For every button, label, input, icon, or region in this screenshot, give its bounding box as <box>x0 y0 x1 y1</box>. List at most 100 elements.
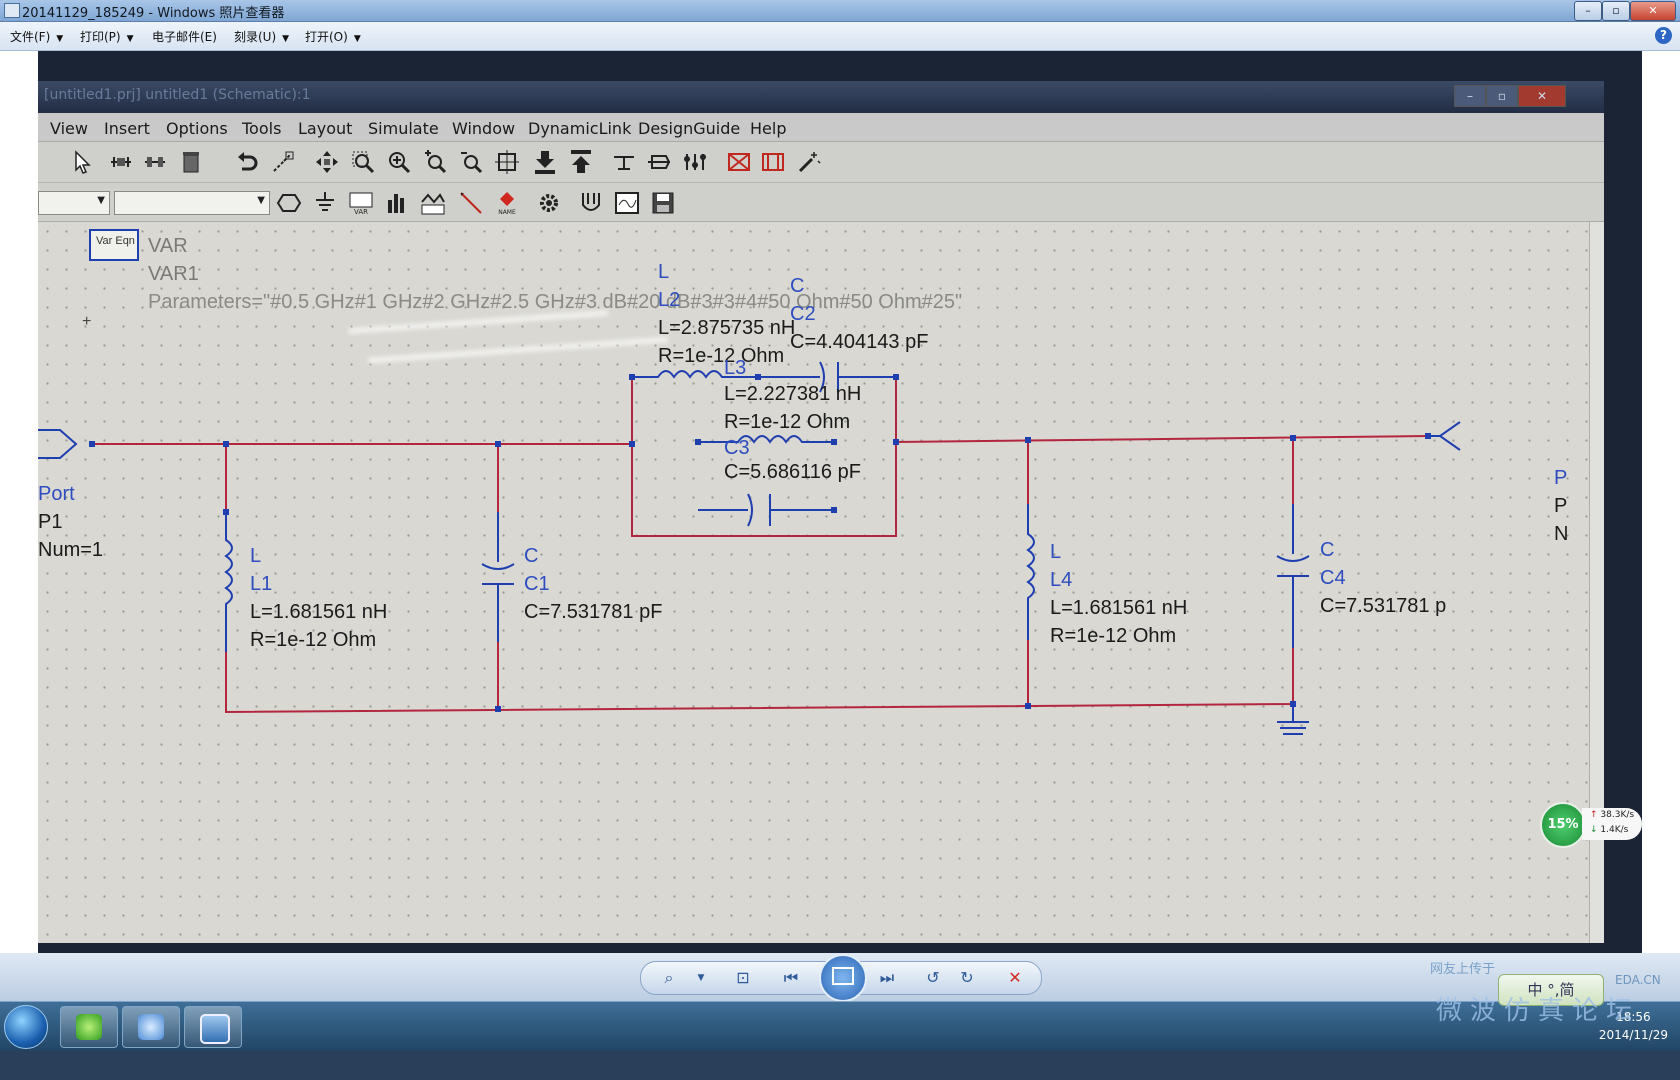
ads-menu-window[interactable]: Window <box>452 119 515 138</box>
ads-schematic-window: [untitled1.prj] untitled1 (Schematic):1 … <box>38 81 1604 943</box>
mirror-y-icon[interactable] <box>142 149 168 175</box>
ads-title-bar: [untitled1.prj] untitled1 (Schematic):1 … <box>38 81 1604 113</box>
var-icon-text: Var Eqn <box>96 235 135 247</box>
component-combo[interactable]: ▼ <box>114 191 270 215</box>
hexagon-icon[interactable] <box>276 190 302 216</box>
ads-menu-tools[interactable]: Tools <box>242 119 281 138</box>
taskbar-chat[interactable] <box>122 1006 180 1048</box>
library-combo[interactable]: ▼ <box>38 191 110 215</box>
port2-num-label: N <box>1554 523 1568 545</box>
ads-maximize-button[interactable]: ▫ <box>1486 85 1518 107</box>
c4-value-label: C=7.531781 p <box>1320 595 1446 617</box>
schematic-canvas[interactable]: Var Eqn VAR VAR1 Parameters="#0.5 GHz#1 … <box>38 222 1604 943</box>
zoom-in-2-icon[interactable] <box>422 149 448 175</box>
zoom-in-icon[interactable] <box>386 149 412 175</box>
push-into-icon[interactable] <box>532 149 558 175</box>
actual-size-icon[interactable]: ⊡ <box>729 965 757 991</box>
help-icon[interactable]: ? <box>1655 27 1672 44</box>
l1-type-label: L <box>250 545 261 567</box>
start-button[interactable] <box>4 1005 48 1049</box>
ads-menu-options[interactable]: Options <box>166 119 228 138</box>
l2-name-label: L2 <box>658 289 680 311</box>
pointer-icon[interactable] <box>70 149 96 175</box>
c1-type-label: C <box>524 545 538 567</box>
maximize-button[interactable]: ▫ <box>1602 1 1630 21</box>
chevron-down-icon: ▼ <box>353 34 361 44</box>
l4-value-label: L=1.681561 nH <box>1050 597 1187 619</box>
watermark-url: EDA.CN <box>1615 973 1661 987</box>
menu-email[interactable]: 电子邮件(E) <box>152 28 217 45</box>
ground-icon[interactable] <box>312 190 338 216</box>
sparam-icon[interactable] <box>420 190 446 216</box>
c3-value-label: C=5.686116 pF <box>724 461 861 483</box>
c2-name-label: C2 <box>790 303 816 325</box>
move-icon[interactable] <box>314 149 340 175</box>
l1-r-label: R=1e-12 Ohm <box>250 629 376 651</box>
photo-image: [untitled1.prj] untitled1 (Schematic):1 … <box>38 51 1642 953</box>
taskbar-browser[interactable] <box>60 1006 118 1048</box>
next-icon[interactable]: ⏭ <box>873 965 901 991</box>
ads-toolbar-main <box>38 142 1604 183</box>
menu-print[interactable]: 打印(P) ▼ <box>80 28 134 45</box>
ads-close-button[interactable]: ✕ <box>1518 85 1566 107</box>
insert-wire-icon[interactable] <box>612 149 638 175</box>
chevron-down-icon: ▼ <box>282 34 290 44</box>
zoom-out-icon[interactable] <box>458 149 484 175</box>
ads-menu-help[interactable]: Help <box>750 119 786 138</box>
ads-menu-designguide[interactable]: DesignGuide <box>638 119 740 138</box>
pop-out-icon[interactable] <box>568 149 594 175</box>
tuning-wand-icon[interactable] <box>796 149 822 175</box>
c4-name-label: C4 <box>1320 567 1346 589</box>
download-speed: 1.4K/s <box>1600 825 1629 835</box>
deactivate-icon[interactable] <box>726 149 752 175</box>
minimize-button[interactable]: – <box>1574 1 1602 21</box>
draw-wire-icon[interactable] <box>458 190 484 216</box>
name-icon[interactable]: NAME <box>494 190 520 216</box>
ads-menu-dynamiclink[interactable]: DynamicLink <box>528 119 631 138</box>
tune-icon[interactable] <box>682 149 708 175</box>
bar-chart-icon[interactable] <box>384 190 410 216</box>
insert-pin-icon[interactable] <box>646 149 672 175</box>
junction-dot <box>831 439 837 445</box>
junction-dot <box>223 509 229 515</box>
l1-name-label: L1 <box>250 573 272 595</box>
rotate-left-icon[interactable]: ↺ <box>919 965 947 991</box>
simulate-gear-icon[interactable] <box>536 190 562 216</box>
optim-icon[interactable] <box>578 190 604 216</box>
close-button[interactable]: ✕ <box>1630 1 1676 21</box>
ads-minimize-button[interactable]: – <box>1454 85 1486 107</box>
data-display-icon[interactable] <box>614 190 640 216</box>
menu-file[interactable]: 文件(F) ▼ <box>10 28 63 45</box>
rotate-icon[interactable] <box>270 149 296 175</box>
watermark-header: 网友上传于 <box>1430 962 1496 977</box>
delete-icon[interactable] <box>178 149 204 175</box>
zoom-area-icon[interactable] <box>350 149 376 175</box>
ads-menu-simulate[interactable]: Simulate <box>368 119 439 138</box>
c2-type-label: C <box>790 275 804 297</box>
var-icon[interactable]: VAR <box>348 190 374 216</box>
chevron-down-icon[interactable]: ▼ <box>687 965 715 991</box>
taskbar-photo-viewer[interactable] <box>184 1006 242 1048</box>
watermark-text: 微波仿真论坛 <box>1436 996 1641 1026</box>
menu-burn[interactable]: 刻录(U) ▼ <box>234 28 289 45</box>
ground-symbol <box>1277 704 1309 735</box>
network-monitor-widget[interactable]: 15% ↑ 38.3K/s ↓ 1.4K/s <box>1540 802 1644 848</box>
ads-menu-insert[interactable]: Insert <box>104 119 150 138</box>
mirror-x-icon[interactable] <box>108 149 134 175</box>
short-icon[interactable] <box>760 149 786 175</box>
rotate-right-icon[interactable]: ↻ <box>953 965 981 991</box>
previous-icon[interactable]: ⏮ <box>777 965 805 991</box>
port1-name-label: P1 <box>38 511 62 533</box>
ads-menu-layout[interactable]: Layout <box>298 119 352 138</box>
delete-photo-icon[interactable]: ✕ <box>1001 965 1029 991</box>
menu-open[interactable]: 打开(O) ▼ <box>305 28 361 45</box>
slideshow-icon <box>832 967 854 985</box>
save-data-icon[interactable] <box>650 190 676 216</box>
undo-icon[interactable] <box>234 149 260 175</box>
ads-menu-view[interactable]: View <box>50 119 88 138</box>
zoom-icon[interactable]: ⌕ <box>655 965 683 991</box>
slideshow-button[interactable] <box>819 954 867 1002</box>
fit-view-icon[interactable] <box>494 149 520 175</box>
capacitor-c3 <box>698 493 834 527</box>
port2-type-label: P <box>1554 467 1567 489</box>
